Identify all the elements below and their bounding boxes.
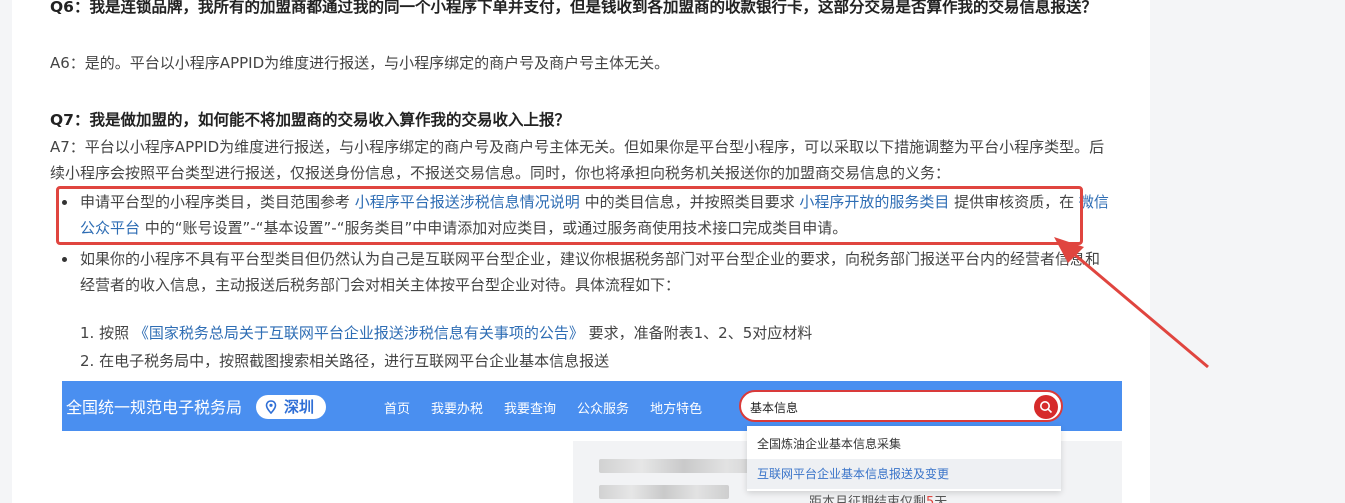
suggestion-item[interactable]: 互联网平台企业基本信息报送及变更 <box>747 459 1061 489</box>
tax-nav-item[interactable]: 我要办税 <box>431 398 483 417</box>
q6-answer: A6：是的。平台以小程序APPID为维度进行报送，与小程序绑定的商户号及商户号主… <box>50 54 670 72</box>
tax-nav-item[interactable]: 我要查询 <box>504 398 556 417</box>
city-selector[interactable]: 深圳 <box>256 395 327 419</box>
tax-search-input[interactable]: 基本信息 <box>739 390 1063 422</box>
red-arrow-annotation <box>1054 237 1209 369</box>
tax-bureau-screenshot: 全国统一规范电子税务局 深圳 首页 我要办税 我要查询 公众服务 地方特色 基本… <box>62 381 1122 503</box>
location-pin-icon <box>265 400 277 414</box>
step-1: 1. 按照 《国家税务总局关于互联网平台企业报送涉税信息有关事项的公告》 要求，… <box>80 320 812 346</box>
step-1-prefix: 1. 按照 <box>80 324 134 342</box>
tax-nav-item[interactable]: 地方特色 <box>650 398 702 417</box>
steps-list: 1. 按照 《国家税务总局关于互联网平台企业报送涉税信息有关事项的公告》 要求，… <box>80 320 812 376</box>
tax-nav-item[interactable]: 首页 <box>384 398 410 417</box>
tax-header-bar: 全国统一规范电子税务局 深圳 首页 我要办税 我要查询 公众服务 地方特色 基本… <box>62 381 1122 431</box>
suggestion-item[interactable]: 全国炼油企业基本信息采集 <box>747 429 1061 459</box>
deadline-text: 距本月征期结束仅剩 <box>809 495 927 503</box>
deadline-notice: 距本月征期结束仅剩5天 <box>809 491 947 503</box>
blurred-text <box>599 459 769 473</box>
announcement-link[interactable]: 《国家税务总局关于互联网平台企业报送涉税信息有关事项的公告》 <box>134 324 584 342</box>
tax-search-value: 基本信息 <box>750 401 799 415</box>
step-2: 2. 在电子税务局中，按照截图搜索相关路径，进行互联网平台企业基本信息报送 <box>80 352 610 370</box>
article-card: Q6：我是连锁品牌，我所有的加盟商都通过我的同一个小程序下单并支付，但是钱收到各… <box>12 0 1150 503</box>
tax-site-title: 全国统一规范电子税务局 <box>66 398 243 417</box>
city-name: 深圳 <box>284 398 315 416</box>
q6-question: Q6：我是连锁品牌，我所有的加盟商都通过我的同一个小程序下单并支付，但是钱收到各… <box>50 0 1097 16</box>
q7-answer: A7：平台以小程序APPID为维度进行报送，与小程序绑定的商户号及商户号主体无关… <box>50 138 1105 182</box>
q7-question: Q7：我是做加盟的，如何能不将加盟商的交易收入算作我的交易收入上报？ <box>50 111 570 129</box>
highlight-box <box>56 186 1083 245</box>
step-1-suffix: 要求，准备附表1、2、5对应材料 <box>583 324 813 342</box>
list-item: 如果你的小程序不具有平台型类目但仍然认为自己是互联网平台型企业，建议你根据税务部… <box>50 246 1114 298</box>
tax-nav-item[interactable]: 公众服务 <box>577 398 629 417</box>
blurred-text <box>599 485 729 499</box>
bullet2-text: 如果你的小程序不具有平台型类目但仍然认为自己是互联网平台型企业，建议你根据税务部… <box>80 250 1101 294</box>
tax-nav: 首页 我要办税 我要查询 公众服务 地方特色 <box>384 398 723 417</box>
tax-search-button[interactable] <box>1034 395 1058 419</box>
search-suggestions: 全国炼油企业基本信息采集 互联网平台企业基本信息报送及变更 <box>747 426 1061 491</box>
search-icon <box>1040 401 1053 414</box>
deadline-unit: 天 <box>934 495 948 503</box>
